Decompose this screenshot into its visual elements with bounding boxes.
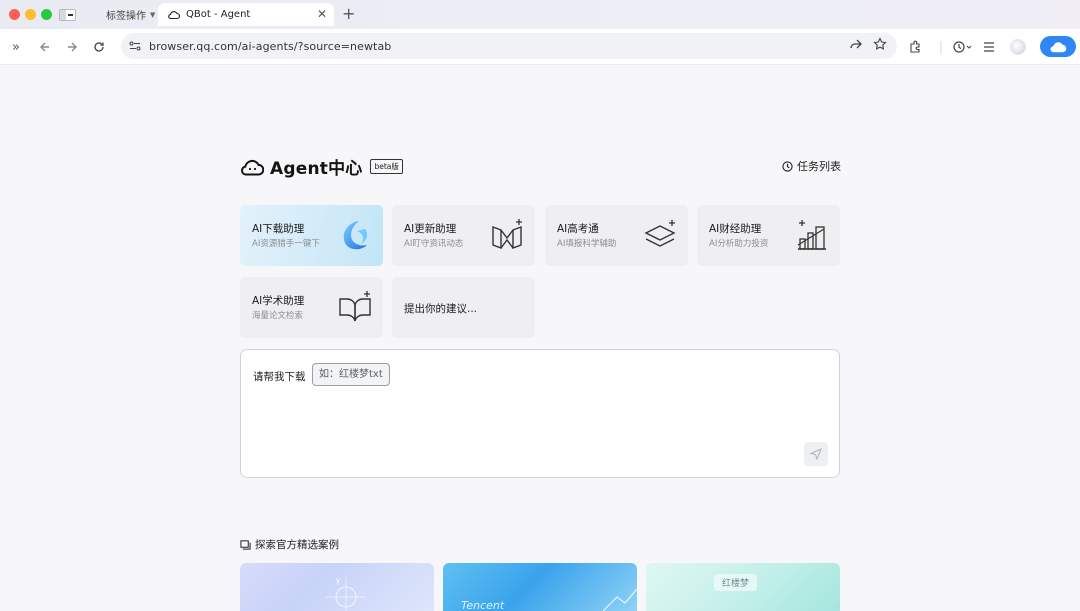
tab-title: QBot - Agent [186, 9, 251, 20]
case-card[interactable]: 红楼梦 [646, 563, 840, 611]
explore-label: 探索官方精选案例 [255, 539, 339, 551]
share-icon[interactable] [849, 37, 863, 51]
explore-header: 探索官方精选案例 [240, 537, 339, 552]
book-sparkle-icon [492, 219, 522, 250]
close-window-button[interactable] [9, 9, 20, 20]
browser-toolbar: » browser.qq.com/ai-agents/?source=newta… [0, 29, 1080, 65]
agent-page: Agent中心 beta版 任务列表 AI下载助理 AI资源猎手一键下 AI更新… [0, 66, 1080, 611]
cloud-sync-button[interactable] [1040, 36, 1076, 57]
tab-group-menu[interactable]: 标签操作 ▼ [106, 7, 156, 23]
site-settings-icon[interactable] [129, 41, 141, 51]
prompt-example-chip[interactable]: 如：红楼梦txt [312, 363, 390, 386]
toolbar-divider: | [938, 39, 944, 55]
back-icon[interactable] [36, 38, 54, 56]
chart-icon [797, 220, 826, 250]
url-text: browser.qq.com/ai-agents/?source=newtab [149, 39, 392, 53]
agent-card-gaokao[interactable]: AI高考通 AI填报科学辅助 [545, 205, 688, 266]
cloud-icon [1050, 41, 1067, 52]
prompt-prefix: 请帮我下载 [253, 371, 306, 383]
agent-card-download[interactable]: AI下载助理 AI资源猎手一键下 [240, 205, 383, 266]
qbot-cloud-logo-icon [241, 159, 264, 175]
card-subtitle: AI填报科学辅助 [557, 239, 617, 249]
tab-group-label: 标签操作 [106, 11, 146, 22]
case-card[interactable]: γ [240, 563, 434, 611]
case-text: 红楼梦 [714, 574, 758, 591]
card-subtitle: AI资源猎手一键下 [252, 239, 320, 249]
cloud-logo-icon [168, 10, 180, 19]
task-list-label: 任务列表 [797, 160, 841, 173]
gallery-icon [240, 540, 251, 550]
card-title: AI高考通 [557, 223, 599, 235]
reload-icon[interactable] [90, 38, 108, 56]
suggestion-label: 提出你的建议... [404, 303, 478, 315]
brand-header: Agent中心 beta版 [240, 154, 403, 179]
caret-down-icon: ▼ [150, 10, 156, 19]
case-illustration: γ [326, 576, 366, 611]
forward-icon[interactable] [63, 38, 81, 56]
extensions-icon[interactable] [906, 38, 924, 56]
agent-card-update[interactable]: AI更新助理 AI盯守资讯动态 [392, 205, 535, 266]
page-title: Agent中心 [270, 159, 363, 179]
bookmark-star-icon[interactable] [873, 37, 887, 51]
tab-close-icon[interactable]: ✕ [317, 7, 327, 21]
title-bar: 标签操作 ▼ QBot - Agent ✕ + [0, 0, 1080, 29]
open-book-icon [339, 291, 371, 322]
card-subtitle: AI分析助力投资 [709, 239, 769, 249]
card-title: AI学术助理 [252, 295, 305, 307]
prompt-input-box[interactable]: 请帮我下载 如：红楼梦txt [240, 349, 840, 478]
card-title: AI财经助理 [709, 223, 762, 235]
tab-active[interactable]: QBot - Agent ✕ [158, 3, 334, 26]
avatar[interactable] [1010, 39, 1026, 55]
send-icon [810, 448, 822, 460]
task-list-button[interactable]: 任务列表 [782, 158, 841, 174]
blue-swirl-icon [343, 221, 368, 250]
suggestion-card[interactable]: 提出你的建议... [392, 277, 535, 338]
minimize-window-button[interactable] [25, 9, 36, 20]
beta-badge: beta版 [370, 159, 403, 174]
zoom-window-button[interactable] [41, 9, 52, 20]
case-text: Tencent [461, 599, 505, 611]
history-icon[interactable] [951, 38, 973, 56]
agent-card-finance[interactable]: AI财经助理 AI分析助力投资 [697, 205, 840, 266]
case-card[interactable]: Tencent [443, 563, 637, 611]
card-title: AI更新助理 [404, 223, 457, 235]
menu-icon[interactable] [980, 38, 998, 56]
clock-icon [782, 160, 793, 172]
send-button[interactable] [804, 442, 828, 466]
address-bar[interactable]: browser.qq.com/ai-agents/?source=newtab [121, 33, 897, 59]
agent-card-academic[interactable]: AI学术助理 海量论文检索 [240, 277, 383, 338]
svg-text:γ: γ [336, 576, 340, 585]
sidebar-toggle-icon[interactable] [59, 9, 76, 21]
new-tab-button[interactable]: + [342, 4, 355, 23]
layers-icon [644, 220, 676, 247]
card-subtitle: 海量论文检索 [252, 311, 304, 321]
card-title: AI下载助理 [252, 223, 305, 235]
sidebar-expand-icon[interactable]: » [7, 38, 25, 56]
card-subtitle: AI盯守资讯动态 [404, 239, 464, 249]
